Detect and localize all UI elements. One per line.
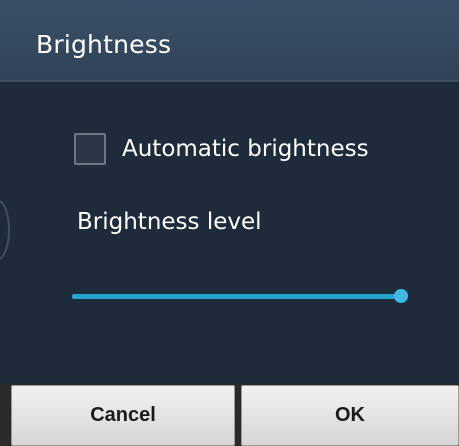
brightness-slider[interactable] [72, 285, 409, 309]
automatic-brightness-checkbox[interactable] [74, 133, 106, 165]
dialog-title: Brightness [36, 30, 172, 59]
cancel-button[interactable]: Cancel [11, 385, 235, 446]
slider-fill [72, 294, 402, 299]
automatic-brightness-label[interactable]: Automatic brightness [122, 136, 369, 162]
dialog-title-bar: Brightness [0, 0, 459, 82]
button-bar: Cancel OK [0, 383, 459, 446]
brightness-level-label: Brightness level [77, 209, 262, 235]
slider-thumb[interactable] [394, 289, 409, 303]
ok-button[interactable]: OK [241, 385, 459, 446]
brightness-dialog: Brightness Automatic brightness Brightne… [0, 0, 459, 446]
background-edge-arc [0, 200, 10, 260]
automatic-brightness-row[interactable]: Automatic brightness [74, 132, 369, 166]
